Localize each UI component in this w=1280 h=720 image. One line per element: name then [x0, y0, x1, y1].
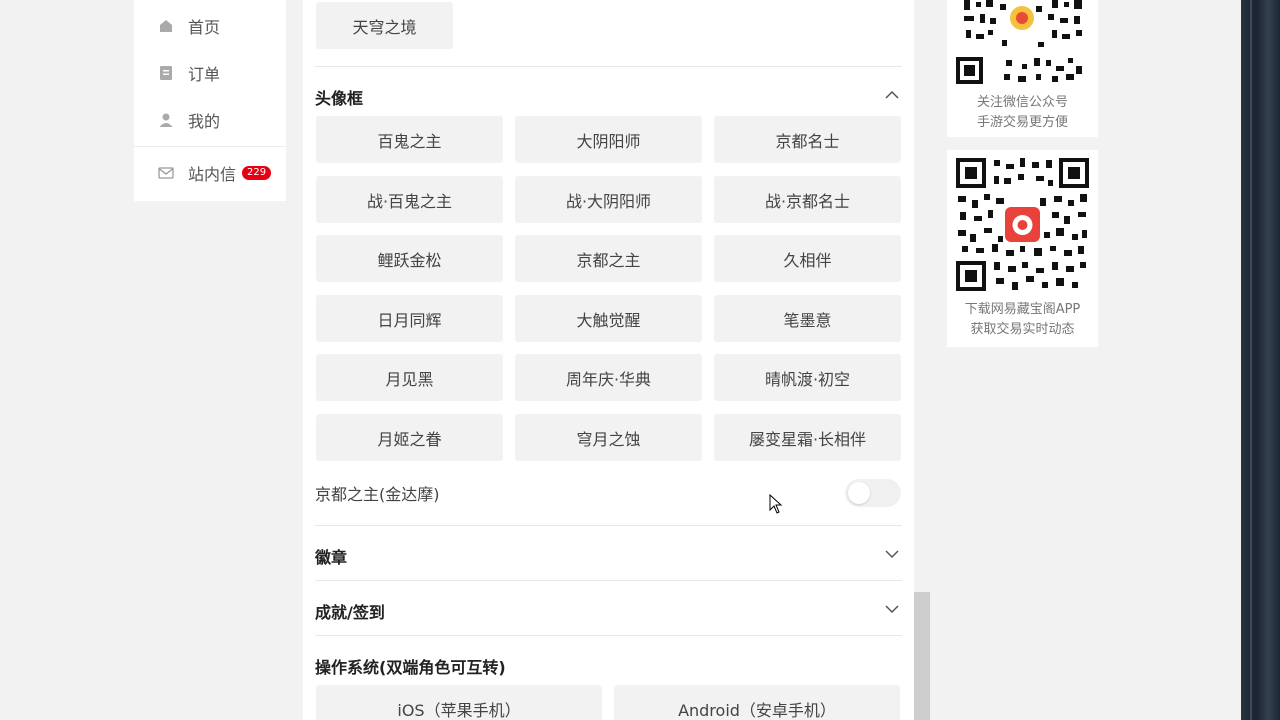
nav-item-home[interactable]: 首页	[158, 14, 220, 38]
user-icon	[158, 112, 174, 128]
order-icon	[158, 65, 174, 81]
avatar-frame-option[interactable]: 战·大阴阳师	[515, 176, 702, 223]
avatar-frame-option[interactable]: 鲤跃金松	[316, 235, 503, 282]
section-title-os: 操作系统(双端角色可互转)	[315, 658, 506, 677]
toggle-knob	[848, 482, 870, 504]
mail-icon	[158, 165, 174, 181]
nav-item-orders[interactable]: 订单	[158, 61, 220, 85]
avatar-frame-option[interactable]: 京都之主	[515, 235, 702, 282]
avatar-frame-option[interactable]: 大触觉醒	[515, 295, 702, 342]
divider	[315, 635, 902, 636]
option-top[interactable]: 天穹之境	[316, 2, 453, 49]
chevron-down-icon[interactable]	[884, 546, 900, 562]
divider	[315, 580, 902, 581]
avatar-frame-option[interactable]: 日月同辉	[316, 295, 503, 342]
avatar-frame-option[interactable]: 京都名士	[714, 116, 901, 163]
avatar-frame-option[interactable]: 周年庆·华典	[515, 354, 702, 401]
section-title-achievement: 成就/签到	[315, 603, 385, 622]
qr-card-wechat: 关注微信公众号 手游交易更方便	[947, 0, 1098, 137]
wechat-qr-code	[956, 0, 1089, 84]
scrollbar-thumb[interactable]	[914, 592, 930, 720]
option-os-ios[interactable]: iOS（苹果手机）	[316, 685, 602, 720]
toggle-switch[interactable]	[845, 479, 901, 507]
chevron-down-icon[interactable]	[884, 601, 900, 617]
desktop-edge-line	[1250, 0, 1252, 720]
nav-divider	[134, 146, 286, 147]
qr-wechat-line2: 手游交易更方便	[976, 115, 1068, 130]
filter-panel: 天穹之境 头像框 百鬼之主 大阴阳师 京都名士战·百鬼之主 战·大阴阳师 战·京都名士鲤…	[303, 0, 914, 720]
app-qr-code	[956, 158, 1089, 291]
divider	[315, 525, 902, 526]
chevron-up-icon[interactable]	[884, 87, 900, 103]
unread-badge: 229	[242, 166, 272, 180]
avatar-frame-option[interactable]: 百鬼之主	[316, 116, 503, 163]
home-icon	[158, 18, 174, 34]
avatar-frame-option[interactable]: 久相伴	[714, 235, 901, 282]
qr-card-app: 下载网易藏宝阁APP 获取交易实时动态	[947, 150, 1098, 347]
qr-app-line2: 获取交易实时动态	[970, 322, 1075, 337]
avatar-frame-option[interactable]: 战·京都名士	[714, 176, 901, 223]
option-os-android[interactable]: Android（安卓手机）	[614, 685, 900, 720]
avatar-frame-option[interactable]: 晴帆渡·初空	[714, 354, 901, 401]
avatar-frame-option[interactable]: 屡变星霜·长相伴	[714, 414, 901, 461]
nav-item-messages[interactable]: 站内信 229	[158, 161, 272, 185]
avatar-frame-option[interactable]: 大阴阳师	[515, 116, 702, 163]
nav-item-mine[interactable]: 我的	[158, 108, 220, 132]
mouse-cursor-icon	[769, 494, 783, 514]
nav-label-orders: 订单	[188, 65, 221, 84]
section-title-avatar-frame: 头像框	[315, 89, 364, 108]
section-title-badge: 徽章	[315, 548, 348, 567]
avatar-frame-option[interactable]: 穹月之蚀	[515, 414, 702, 461]
desktop-edge	[1241, 0, 1280, 720]
avatar-frame-option[interactable]: 月姬之眷	[316, 414, 503, 461]
nav-label-mine: 我的	[188, 112, 221, 131]
side-nav: 首页 订单 我的 站内信 229	[134, 0, 286, 201]
qr-app-line1: 下载网易藏宝阁APP	[964, 302, 1081, 317]
nav-label-messages: 站内信	[188, 165, 237, 184]
avatar-frame-option[interactable]: 笔墨意	[714, 295, 901, 342]
qr-wechat-line1: 关注微信公众号	[976, 95, 1068, 110]
nav-label-home: 首页	[188, 18, 221, 37]
divider	[315, 66, 902, 67]
avatar-frame-option[interactable]: 战·百鬼之主	[316, 176, 503, 223]
avatar-frame-option[interactable]: 月见黑	[316, 354, 503, 401]
toggle-label: 京都之主(金达摩)	[315, 485, 440, 504]
